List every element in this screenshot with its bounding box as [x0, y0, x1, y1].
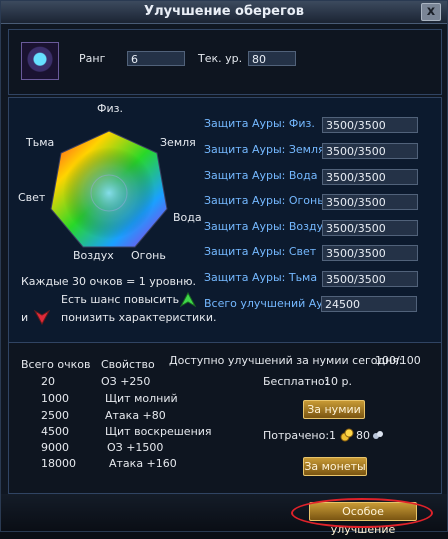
tech-level-value: 80: [248, 51, 296, 66]
table-row-property: Щит воскрешения: [105, 425, 212, 438]
table-row-property: ОЗ +250: [101, 375, 151, 388]
tech-level-label: Тек. ур.: [198, 52, 243, 65]
numii-icon: [373, 431, 383, 439]
aura-earth-value: 3500/3500: [322, 143, 418, 159]
spent-label: Потрачено:: [263, 429, 330, 442]
table-row-points: 9000: [41, 441, 69, 454]
info-line-3: понизить характеристики.: [61, 311, 217, 324]
radar-axis-water: Вода: [173, 211, 202, 224]
radar-axis-dark: Тьма: [26, 136, 55, 149]
green-arrow-up-icon: [180, 292, 196, 308]
radar-axis-fire: Огонь: [131, 249, 166, 262]
daily-upgrades-value: 100/100: [375, 354, 421, 367]
aura-fire-label: Защита Ауры: Огонь: [204, 194, 324, 207]
aura-phys-value: 3500/3500: [322, 117, 418, 133]
info-line-2: Есть шанс повысить: [61, 293, 180, 306]
aura-fire-value: 3500/3500: [322, 194, 418, 210]
table-row-property: ОЗ +1500: [107, 441, 164, 454]
table-row-property: Атака +80: [105, 409, 166, 422]
spent-amount: 80: [356, 429, 370, 442]
aura-light-value: 3500/3500: [322, 245, 418, 261]
element-radar: [50, 130, 168, 248]
title-bar[interactable]: Улучшение оберегов x: [1, 1, 447, 24]
aura-water-value: 3500/3500: [322, 169, 418, 185]
table-row-property: Атака +160: [109, 457, 177, 470]
table-header-points: Всего очков: [21, 358, 91, 371]
spent-count: 1: [329, 429, 336, 442]
aura-total-value: 24500: [321, 296, 417, 312]
red-arrow-down-icon: [34, 309, 50, 325]
daily-upgrades-label: Доступно улучшений за нумии сегодня:: [169, 354, 403, 367]
info-line-3-prefix: и: [21, 311, 29, 324]
upgrade-coins-button[interactable]: За монеты: [303, 457, 367, 476]
rank-label: Ранг: [79, 52, 106, 65]
aura-phys-label: Защита Ауры: Физ.: [204, 117, 315, 130]
aura-dark-label: Защита Ауры: Тьма: [204, 271, 318, 284]
aura-total-label: Всего улучшений Ауры: [204, 297, 339, 310]
upgrade-numii-button[interactable]: За нумии: [303, 400, 365, 419]
radar-axis-air: Воздух: [73, 249, 114, 262]
aura-earth-label: Защита Ауры: Земля: [204, 143, 325, 156]
aura-air-label: Защита Ауры: Воздух: [204, 220, 330, 233]
free-label: Бесплатно:: [263, 375, 329, 388]
table-row-points: 20: [41, 375, 55, 388]
rank-value: 6: [127, 51, 185, 66]
aura-air-value: 3500/3500: [322, 220, 418, 236]
table-row-points: 2500: [41, 409, 69, 422]
table-row-points: 18000: [41, 457, 76, 470]
radar-axis-light: Свет: [18, 191, 46, 204]
window-title: Улучшение оберегов: [144, 4, 304, 19]
table-header-property: Свойство: [101, 358, 155, 371]
aura-light-label: Защита Ауры: Свет: [204, 245, 317, 258]
amulet-icon: [21, 42, 59, 80]
aura-dark-value: 3500/3500: [322, 271, 418, 287]
info-line-1: Каждые 30 очков = 1 уровню.: [21, 275, 196, 288]
radar-axis-earth: Земля: [160, 136, 196, 149]
aura-water-label: Защита Ауры: Вода: [204, 169, 318, 182]
free-value: 10 р.: [324, 375, 352, 388]
table-row-points: 1000: [41, 392, 69, 405]
close-button[interactable]: x: [421, 3, 441, 21]
radar-axis-phys: Физ.: [97, 102, 123, 115]
table-row-property: Щит молний: [105, 392, 178, 405]
gold-coin-icon: [340, 428, 354, 442]
highlight-circle: [291, 498, 433, 528]
amulet-upgrade-window: Улучшение оберегов x Ранг 6 Тек. ур. 80: [0, 0, 448, 536]
table-row-points: 4500: [41, 425, 69, 438]
